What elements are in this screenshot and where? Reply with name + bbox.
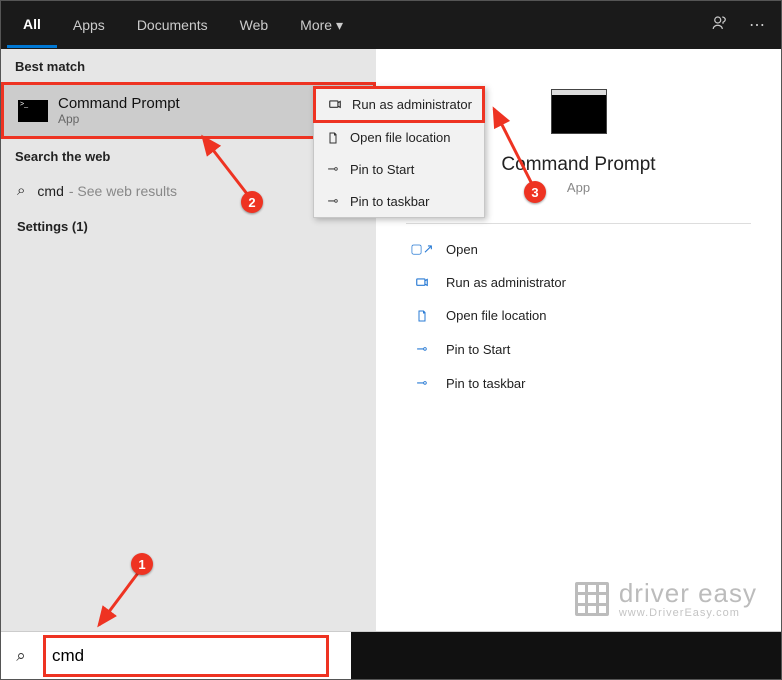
pin-icon: ⊸ — [324, 161, 342, 177]
annotation-2: 2 — [241, 191, 263, 213]
divider — [406, 223, 750, 224]
folder-icon — [324, 131, 342, 145]
action-label: Pin to taskbar — [446, 376, 526, 391]
taskbar-dark-region — [351, 632, 781, 679]
menu-label: Pin to taskbar — [350, 194, 430, 209]
search-input[interactable] — [46, 640, 326, 672]
menu-pin-taskbar[interactable]: ⊸ Pin to taskbar — [314, 185, 484, 217]
search-filter-tabs: All Apps Documents Web More ▾ ⋯ — [1, 1, 781, 49]
menu-label: Open file location — [350, 130, 450, 145]
web-result-query: cmd — [37, 183, 63, 199]
search-icon: ⌕ — [17, 182, 25, 199]
action-label: Pin to Start — [446, 342, 510, 357]
context-menu: Run as administrator Open file location … — [313, 86, 485, 218]
open-icon: ▢↗ — [412, 241, 432, 257]
tab-web[interactable]: Web — [224, 4, 285, 46]
chevron-down-icon: ▾ — [336, 17, 343, 33]
annotation-1: 1 — [131, 553, 153, 575]
preview-subtitle: App — [567, 180, 590, 195]
action-pin-start[interactable]: ⊸ Pin to Start — [402, 332, 781, 366]
best-match-title: Command Prompt — [58, 95, 180, 112]
command-prompt-icon — [18, 100, 48, 122]
menu-label: Pin to Start — [350, 162, 414, 177]
best-match-header: Best match — [1, 49, 376, 82]
preview-app-icon — [551, 89, 607, 134]
search-highlight — [43, 635, 329, 677]
action-label: Open file location — [446, 308, 546, 323]
action-label: Run as administrator — [446, 275, 566, 290]
folder-icon — [412, 309, 432, 323]
menu-run-admin[interactable]: Run as administrator — [313, 86, 485, 123]
shield-icon — [326, 98, 344, 112]
web-result-suffix: - See web results — [69, 183, 177, 199]
action-label: Open — [446, 242, 478, 257]
menu-open-location[interactable]: Open file location — [314, 122, 484, 153]
best-match-subtitle: App — [58, 112, 180, 126]
action-open[interactable]: ▢↗ Open — [402, 232, 781, 266]
taskbar-search: ⌕ — [1, 631, 781, 679]
ellipsis-icon[interactable]: ⋯ — [749, 15, 765, 35]
action-open-location[interactable]: Open file location — [402, 299, 781, 332]
preview-actions: ▢↗ Open Run as administrator Open file lo… — [376, 232, 781, 400]
menu-pin-start[interactable]: ⊸ Pin to Start — [314, 153, 484, 185]
tab-all[interactable]: All — [7, 3, 57, 48]
pin-icon: ⊸ — [412, 341, 432, 357]
shield-icon — [412, 276, 432, 290]
search-icon: ⌕ — [1, 646, 41, 666]
tab-apps[interactable]: Apps — [57, 4, 121, 46]
pin-icon: ⊸ — [412, 375, 432, 391]
action-run-admin[interactable]: Run as administrator — [402, 266, 781, 299]
preview-title: Command Prompt — [501, 154, 655, 176]
feedback-icon[interactable] — [711, 14, 729, 37]
menu-label: Run as administrator — [352, 97, 472, 112]
tab-documents[interactable]: Documents — [121, 4, 224, 46]
tab-more[interactable]: More ▾ — [284, 4, 359, 47]
pin-icon: ⊸ — [324, 193, 342, 209]
annotation-3: 3 — [524, 181, 546, 203]
action-pin-taskbar[interactable]: ⊸ Pin to taskbar — [402, 366, 781, 400]
